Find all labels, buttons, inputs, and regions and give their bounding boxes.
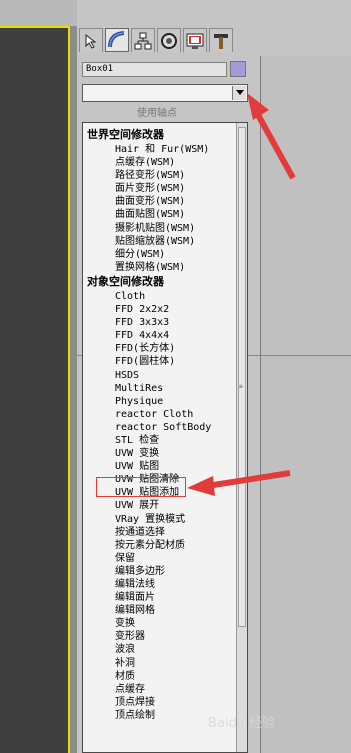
- dropdown-scrollbar[interactable]: ≡: [236, 123, 247, 752]
- modifier-item[interactable]: 波浪: [83, 643, 235, 656]
- display-tab[interactable]: [183, 28, 207, 52]
- command-panel-tabs: [79, 28, 233, 54]
- scroll-grip: ≡: [239, 383, 243, 390]
- watermark: Baidu 经验: [208, 716, 276, 731]
- modifier-item[interactable]: 顶点焊接: [83, 696, 235, 709]
- modifier-item[interactable]: 编辑网格: [83, 604, 235, 617]
- modifier-item[interactable]: FFD 2x2x2: [83, 303, 235, 316]
- modifier-item[interactable]: 变换: [83, 617, 235, 630]
- modifier-list-dropdown[interactable]: [82, 84, 248, 102]
- modifier-dropdown-list[interactable]: 世界空间修改器 Hair 和 Fur(WSM) 点缓存(WSM) 路径变形(WSM)…: [82, 122, 248, 753]
- modifier-item[interactable]: 补洞: [83, 657, 235, 670]
- modifier-item[interactable]: FFD(圆柱体): [83, 355, 235, 368]
- object-color-swatch[interactable]: [230, 61, 246, 77]
- modifier-item[interactable]: Cloth: [83, 290, 235, 303]
- modifier-item[interactable]: 贴图缩放器(WSM): [83, 235, 235, 248]
- utilities-icon: [214, 33, 228, 49]
- modifier-item[interactable]: 摄影机贴图(WSM): [83, 222, 235, 235]
- motion-icon: [161, 32, 177, 49]
- modifier-item[interactable]: 面片变形(WSM): [83, 182, 235, 195]
- modifier-item[interactable]: FFD(长方体): [83, 342, 235, 355]
- modifier-item[interactable]: 置换网格(WSM): [83, 261, 235, 274]
- modifier-item[interactable]: 变形器: [83, 630, 235, 643]
- modifier-item[interactable]: 点缓存: [83, 683, 235, 696]
- modify-icon: [108, 31, 125, 48]
- modifier-item[interactable]: reactor SoftBody: [83, 421, 235, 434]
- modifier-item[interactable]: UVW 变换: [83, 447, 235, 460]
- modifier-item[interactable]: FFD 3x3x3: [83, 316, 235, 329]
- red-arrow-icon: [187, 470, 291, 496]
- use-pivot-button[interactable]: 使用轴点: [82, 107, 232, 121]
- modifier-item[interactable]: 点缓存(WSM): [83, 156, 235, 169]
- modifier-item[interactable]: 编辑法线: [83, 578, 235, 591]
- modifier-item[interactable]: FFD 4x4x4: [83, 329, 235, 342]
- object-space-header: 对象空间修改器: [87, 274, 164, 288]
- hierarchy-tab[interactable]: [131, 28, 155, 52]
- scroll-thumb[interactable]: [238, 127, 246, 627]
- viewport[interactable]: [0, 26, 70, 753]
- world-space-header: 世界空间修改器: [87, 128, 164, 141]
- modifier-item[interactable]: Hair 和 Fur(WSM): [83, 143, 235, 156]
- chevron-down-icon: [235, 90, 244, 95]
- modifier-item[interactable]: 材质: [83, 670, 235, 683]
- modify-tab[interactable]: [105, 28, 129, 52]
- modifier-item[interactable]: 曲面变形(WSM): [83, 195, 235, 208]
- create-tab[interactable]: [79, 28, 103, 52]
- modifier-item[interactable]: 按元素分配材质: [83, 539, 235, 552]
- highlight-box: [96, 477, 186, 497]
- modifier-item[interactable]: 细分(WSM): [83, 248, 235, 261]
- hierarchy-icon: [134, 32, 152, 49]
- modifier-list: 世界空间修改器 Hair 和 Fur(WSM) 点缓存(WSM) 路径变形(WSM)…: [83, 127, 235, 722]
- modifier-item[interactable]: STL 检查: [83, 434, 235, 447]
- red-arrow-icon: [247, 93, 296, 180]
- modifier-item[interactable]: HSDS: [83, 369, 235, 382]
- modifier-item[interactable]: MultiRes: [83, 382, 235, 395]
- modifier-item[interactable]: 曲面贴图(WSM): [83, 208, 235, 221]
- viewport-edge: [70, 26, 77, 753]
- object-name-field[interactable]: Box01: [82, 62, 227, 77]
- modifier-item[interactable]: Physique: [83, 395, 235, 408]
- modifier-item[interactable]: UVW 展开: [83, 499, 235, 512]
- modifier-item[interactable]: 保留: [83, 552, 235, 565]
- utilities-tab[interactable]: [209, 28, 233, 52]
- modifier-item[interactable]: 编辑多边形: [83, 565, 235, 578]
- motion-tab[interactable]: [157, 28, 181, 52]
- display-icon: [186, 33, 204, 49]
- modifier-item[interactable]: 编辑面片: [83, 591, 235, 604]
- modifier-item[interactable]: 按通道选择: [83, 526, 235, 539]
- command-panel: Box01 使用轴点 世界空间修改器 Hair 和 Fur(WSM) 点缓存(WS…: [77, 0, 351, 753]
- dropdown-arrow[interactable]: [232, 86, 246, 100]
- modifier-item[interactable]: VRay 置换模式: [83, 513, 235, 526]
- modifier-item[interactable]: reactor Cloth: [83, 408, 235, 421]
- create-icon: [85, 33, 97, 49]
- modifier-item[interactable]: 路径变形(WSM): [83, 169, 235, 182]
